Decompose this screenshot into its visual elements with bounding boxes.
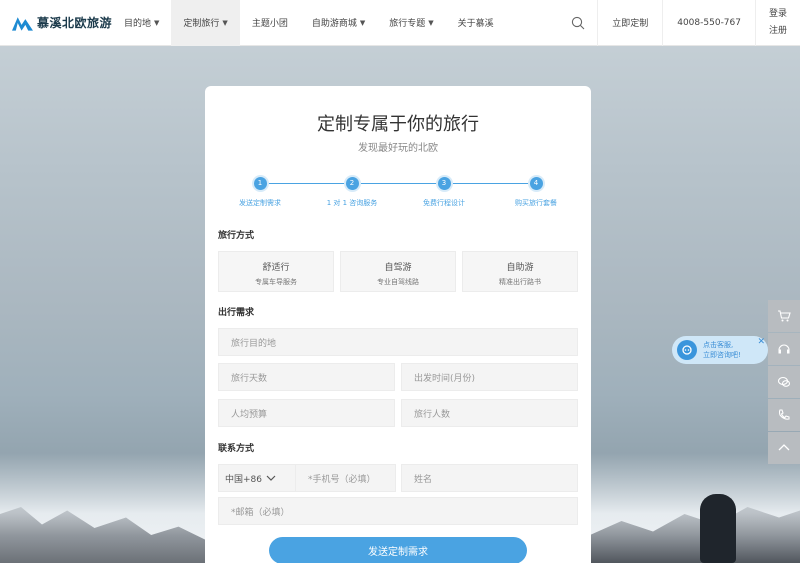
- caret-down-icon: ▼: [222, 18, 228, 27]
- option-name: 舒适行: [262, 263, 290, 273]
- logo-text: 慕溪北欧旅游: [36, 16, 112, 30]
- people-count-input[interactable]: 旅行人数: [401, 399, 578, 427]
- step-label: 1 对 1 咨询服务: [326, 199, 378, 207]
- phone-input[interactable]: *手机号（必填）: [295, 464, 396, 492]
- chat-line-1: 点击客服,: [703, 341, 734, 349]
- nav-label: 定制旅行: [183, 19, 220, 29]
- hotline-phone[interactable]: 4008-550-767: [663, 0, 756, 46]
- nav-item-about[interactable]: 关于慕溪: [446, 0, 506, 46]
- caret-down-icon: ▼: [428, 18, 434, 27]
- login-link[interactable]: 登录: [769, 6, 787, 23]
- contact-label: 联系方式: [218, 444, 255, 454]
- search-icon: [571, 16, 585, 29]
- phone-icon: [778, 409, 790, 420]
- option-desc: 精准出行路书: [499, 278, 541, 286]
- auth-links: 登录 注册: [756, 0, 800, 46]
- chat-line-2: 立即咨询吧!: [703, 351, 741, 359]
- top-header: 慕溪北欧旅游 目的地 ▼ 定制旅行 ▼ 主题小团 自助游商城 ▼ 旅行专题 ▼ 关于慕溪…: [0, 0, 800, 46]
- register-link[interactable]: 注册: [769, 23, 787, 40]
- step-label: 发送定制需求: [239, 199, 281, 207]
- custom-travel-form-card: 定制专属于你的旅行 发现最好玩的北欧 1 发送定制需求 2 1 对 1 咨询服务…: [205, 86, 591, 563]
- days-input[interactable]: 旅行天数: [218, 363, 395, 391]
- customer-service-bubble[interactable]: 点击客服, 立即咨询吧! ✕: [672, 336, 768, 364]
- caret-down-icon: ▼: [359, 18, 366, 27]
- nav-item-destination[interactable]: 目的地 ▼: [112, 0, 171, 46]
- step-number: 2: [345, 177, 359, 190]
- nav-label: 旅行专题: [389, 19, 426, 29]
- step-number: 4: [529, 177, 543, 190]
- submit-request-button[interactable]: 发送定制需求: [269, 537, 527, 563]
- search-button[interactable]: [558, 0, 599, 46]
- right-floating-toolbar: [768, 300, 800, 465]
- nav-item-custom-travel[interactable]: 定制旅行 ▼: [171, 0, 240, 46]
- step-number: 3: [437, 177, 451, 190]
- country-code-value: 中国+86: [225, 474, 262, 485]
- option-name: 自驾游: [384, 263, 412, 273]
- logo-mountain-icon: [12, 16, 33, 31]
- process-steps: 1 发送定制需求 2 1 对 1 咨询服务 3 免费行程设计 4 购买旅行套餐: [220, 177, 575, 217]
- form-title: 定制专属于你的旅行: [317, 114, 479, 135]
- step-1: 1 发送定制需求: [215, 177, 305, 208]
- nav-item-travel-topics[interactable]: 旅行专题 ▼: [377, 0, 445, 46]
- chevron-up-icon: [778, 444, 790, 451]
- nav-item-theme-group[interactable]: 主题小团: [240, 0, 300, 46]
- travel-needs-label: 出行需求: [218, 308, 255, 318]
- budget-input[interactable]: 人均预算: [218, 399, 395, 427]
- step-label: 免费行程设计: [423, 199, 465, 207]
- chat-bubble-icon: [777, 376, 791, 387]
- step-4: 4 购买旅行套餐: [491, 177, 581, 208]
- support-agent-icon: [677, 340, 697, 360]
- step-number: 1: [253, 177, 267, 190]
- background-person-silhouette: [700, 494, 736, 563]
- site-logo[interactable]: 慕溪北欧旅游: [0, 14, 112, 31]
- nav-label: 关于慕溪: [457, 19, 494, 29]
- caret-down-icon: ▼: [154, 18, 160, 27]
- custom-now-link[interactable]: 立即定制: [598, 0, 664, 46]
- nav-item-self-guided-mall[interactable]: 自助游商城 ▼: [300, 0, 377, 46]
- step-3: 3 免费行程设计: [399, 177, 489, 208]
- wechat-button[interactable]: [768, 366, 800, 398]
- form-subtitle: 发现最好玩的北欧: [358, 143, 438, 154]
- email-input[interactable]: *邮箱（必填）: [218, 497, 578, 525]
- headset-icon: [778, 344, 790, 354]
- step-label: 购买旅行套餐: [515, 199, 557, 207]
- nav-label: 目的地: [124, 19, 152, 29]
- travel-mode-self-guided[interactable]: 自助游 精准出行路书: [462, 251, 578, 292]
- headset-button[interactable]: [768, 333, 800, 365]
- chevron-down-icon: [266, 475, 276, 481]
- option-desc: 专属车导服务: [255, 278, 297, 286]
- option-desc: 专业自驾线路: [377, 278, 419, 286]
- main-nav: 目的地 ▼ 定制旅行 ▼ 主题小团 自助游商城 ▼ 旅行专题 ▼ 关于慕溪: [112, 0, 506, 46]
- travel-mode-comfort[interactable]: 舒适行 专属车导服务: [218, 251, 334, 292]
- step-2: 2 1 对 1 咨询服务: [307, 177, 397, 208]
- country-code-select[interactable]: 中国+86: [218, 464, 296, 492]
- cart-button[interactable]: [768, 300, 800, 332]
- cart-icon: [778, 310, 791, 322]
- chat-prompt: 点击客服, 立即咨询吧!: [703, 340, 741, 360]
- nav-label: 自助游商城: [311, 19, 357, 29]
- back-to-top-button[interactable]: [768, 432, 800, 464]
- option-name: 自助游: [506, 263, 534, 273]
- travel-mode-self-drive[interactable]: 自驾游 专业自驾线路: [340, 251, 456, 292]
- close-icon[interactable]: ✕: [757, 337, 765, 347]
- depart-month-input[interactable]: 出发时间(月份): [401, 363, 578, 391]
- nav-label: 主题小团: [251, 19, 288, 29]
- name-input[interactable]: 姓名: [401, 464, 578, 492]
- travel-mode-label: 旅行方式: [218, 231, 255, 241]
- destination-input[interactable]: 旅行目的地: [218, 328, 578, 356]
- phone-button[interactable]: [768, 399, 800, 431]
- header-right: 立即定制 4008-550-767 登录 注册: [558, 0, 800, 46]
